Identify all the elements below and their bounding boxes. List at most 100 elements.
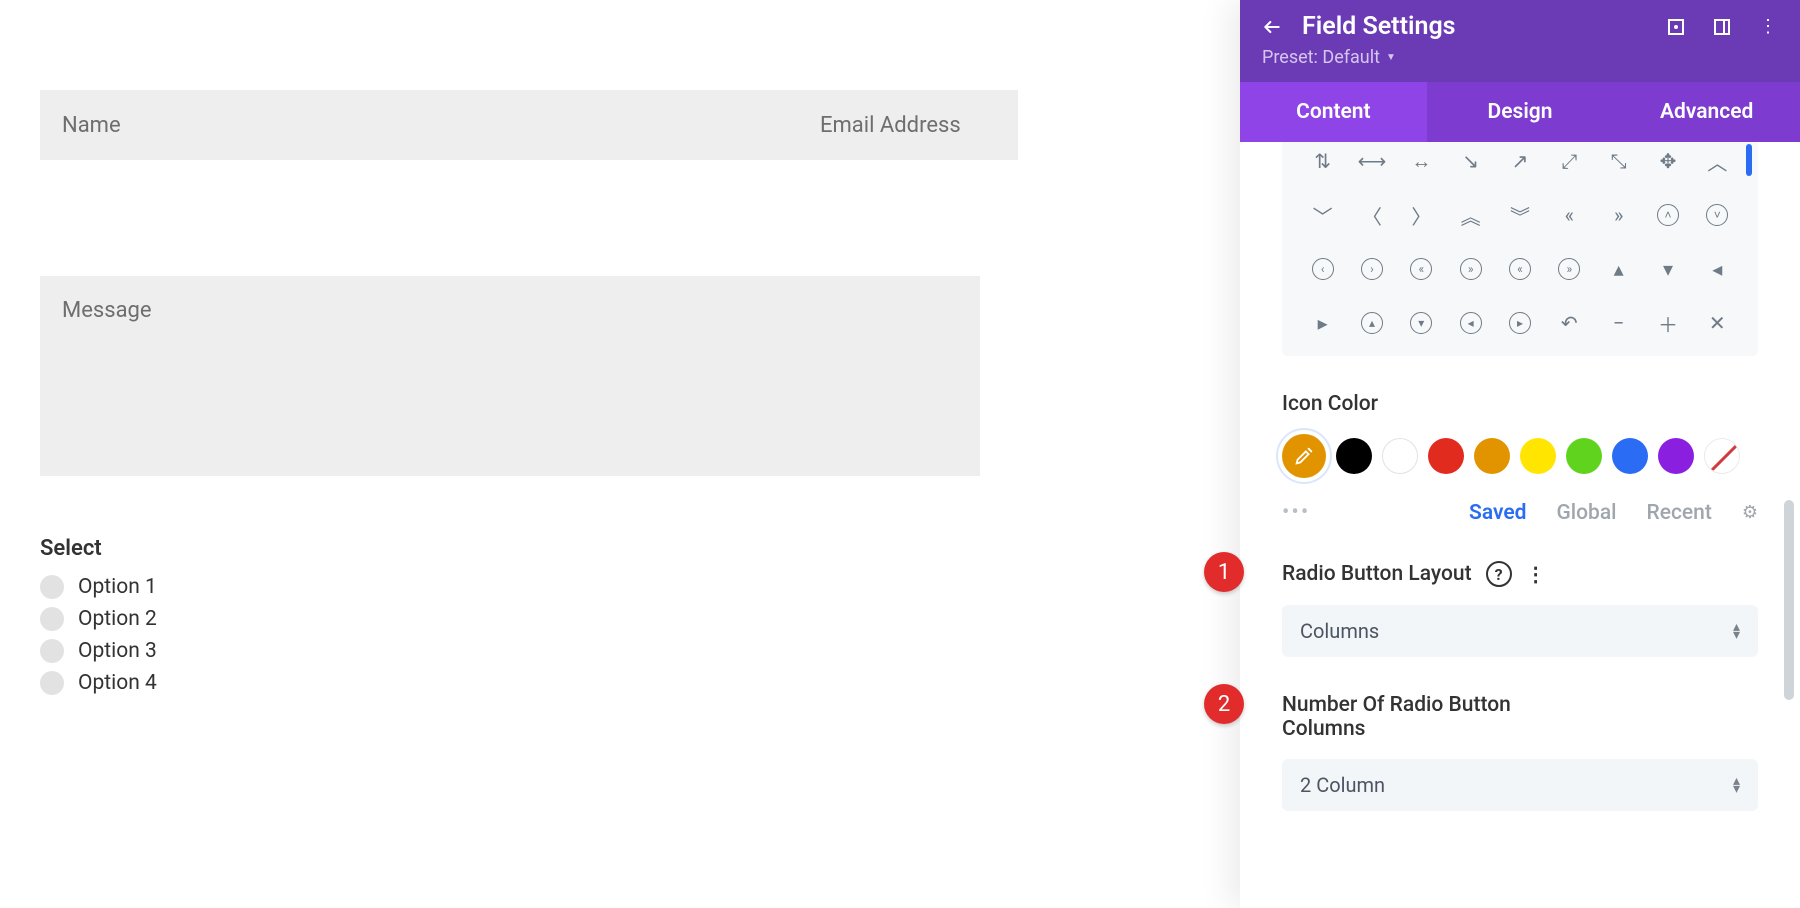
color-swatch-black[interactable] xyxy=(1336,438,1372,474)
double-chevron-left-icon[interactable]: « xyxy=(1554,200,1584,230)
icon-scroll-indicator[interactable] xyxy=(1746,144,1752,176)
more-vert-icon[interactable]: ⋮ xyxy=(1526,562,1546,586)
tab-design[interactable]: Design xyxy=(1427,82,1614,142)
move-icon[interactable]: ✥ xyxy=(1653,146,1683,176)
radio-cols-select[interactable]: 2 Column ▴▾ xyxy=(1282,759,1758,811)
circle-chevron-up-icon[interactable]: ˄ xyxy=(1653,200,1683,230)
tab-bar: Content Design Advanced xyxy=(1240,82,1800,142)
radio-option-label: Option 3 xyxy=(78,639,157,663)
annotation-badge-2: 2 xyxy=(1204,684,1244,724)
panel-scrollbar[interactable] xyxy=(1784,500,1794,700)
minus-icon[interactable]: − xyxy=(1604,308,1634,338)
tab-advanced[interactable]: Advanced xyxy=(1613,82,1800,142)
email-input[interactable]: Email Address xyxy=(798,90,1018,160)
tab-content[interactable]: Content xyxy=(1240,82,1427,142)
undo-icon[interactable]: ↶ xyxy=(1554,308,1584,338)
radio-layout-select[interactable]: Columns ▴▾ xyxy=(1282,605,1758,657)
annotation-badge-1: 1 xyxy=(1204,552,1244,592)
swatch-tab-saved[interactable]: Saved xyxy=(1469,501,1526,525)
swatch-tab-global[interactable]: Global xyxy=(1556,501,1616,525)
radio-option[interactable]: Option 2 xyxy=(40,607,980,631)
circle-double-left-icon[interactable]: « xyxy=(1505,254,1535,284)
color-swatch-red[interactable] xyxy=(1428,438,1464,474)
color-swatch-active[interactable] xyxy=(1282,434,1326,478)
radio-option-label: Option 1 xyxy=(78,575,157,599)
sidebar-toggle-icon[interactable] xyxy=(1712,17,1732,37)
circle-chevron-down-icon[interactable]: ˅ xyxy=(1702,200,1732,230)
triangle-down-icon[interactable]: ▾ xyxy=(1653,254,1683,284)
radio-option[interactable]: Option 1 xyxy=(40,575,980,599)
caret-down-icon: ▼ xyxy=(1386,52,1396,63)
radio-layout-text: Radio Button Layout xyxy=(1282,562,1472,586)
plus-icon[interactable]: ＋ xyxy=(1653,308,1683,338)
eyedropper-icon xyxy=(1293,445,1315,467)
double-chevron-down-icon[interactable]: ︾ xyxy=(1505,200,1535,230)
triangle-right-icon[interactable]: ▸ xyxy=(1308,308,1338,338)
color-swatch-none[interactable] xyxy=(1704,438,1740,474)
double-chevron-right-icon[interactable]: » xyxy=(1604,200,1634,230)
gear-icon[interactable]: ⚙ xyxy=(1742,502,1758,523)
chevron-right-icon[interactable]: 〉 xyxy=(1406,200,1436,230)
swatch-tab-row: ••• Saved Global Recent ⚙ xyxy=(1282,500,1758,525)
arrow-diag-se-icon[interactable]: ↘ xyxy=(1456,146,1486,176)
radio-option[interactable]: Option 3 xyxy=(40,639,980,663)
color-swatch-purple[interactable] xyxy=(1658,438,1694,474)
arrow-left-right-loop-icon[interactable]: ⟷ xyxy=(1357,146,1387,176)
panel-header: Field Settings ⋮ Preset: Default ▼ xyxy=(1240,0,1800,82)
chevron-left-icon[interactable]: 〈 xyxy=(1357,200,1387,230)
chevron-up-icon[interactable]: ︿ xyxy=(1702,146,1732,176)
circle-chevron-right-icon[interactable]: › xyxy=(1357,254,1387,284)
radio-layout-label: Radio Button Layout ? ⋮ xyxy=(1282,561,1758,587)
settings-panel: Field Settings ⋮ Preset: Default ▼ Conte… xyxy=(1240,0,1800,908)
arrow-expand-icon[interactable]: ⤡ xyxy=(1604,146,1634,176)
arrow-compress-icon[interactable]: ⤢ xyxy=(1554,146,1584,176)
swatch-tab-recent[interactable]: Recent xyxy=(1647,501,1712,525)
preset-label: Preset: Default xyxy=(1262,47,1380,68)
radio-option-label: Option 4 xyxy=(78,671,157,695)
radio-circle-icon xyxy=(40,639,64,663)
icon-color-label: Icon Color xyxy=(1282,392,1758,416)
expand-icon[interactable] xyxy=(1666,17,1686,37)
circle-double-down-icon[interactable]: » xyxy=(1456,254,1486,284)
circle-double-right-icon[interactable]: » xyxy=(1554,254,1584,284)
color-swatch-orange[interactable] xyxy=(1474,438,1510,474)
circle-triangle-left-icon[interactable]: ◂ xyxy=(1456,308,1486,338)
color-swatch-green[interactable] xyxy=(1566,438,1602,474)
triangle-left-icon[interactable]: ◂ xyxy=(1702,254,1732,284)
circle-triangle-down-icon[interactable]: ▾ xyxy=(1406,308,1436,338)
back-arrow-icon[interactable] xyxy=(1262,17,1282,37)
more-colors-icon[interactable]: ••• xyxy=(1282,500,1310,525)
circle-triangle-up-icon[interactable]: ▴ xyxy=(1357,308,1387,338)
preset-dropdown[interactable]: Preset: Default ▼ xyxy=(1262,47,1778,68)
color-swatch-yellow[interactable] xyxy=(1520,438,1556,474)
color-swatch-white[interactable] xyxy=(1382,438,1418,474)
select-caret-icon: ▴▾ xyxy=(1733,777,1740,794)
panel-title: Field Settings xyxy=(1302,12,1646,41)
name-placeholder: Name xyxy=(62,113,121,138)
double-chevron-up-icon[interactable]: ︽ xyxy=(1456,200,1486,230)
triangle-up-icon[interactable]: ▴ xyxy=(1604,254,1634,284)
radio-circle-icon xyxy=(40,607,64,631)
circle-double-up-icon[interactable]: « xyxy=(1406,254,1436,284)
radio-option-label: Option 2 xyxy=(78,607,157,631)
color-swatch-blue[interactable] xyxy=(1612,438,1648,474)
radio-circle-icon xyxy=(40,671,64,695)
arrow-down-up-icon[interactable]: ⇅ xyxy=(1308,146,1338,176)
select-caret-icon: ▴▾ xyxy=(1733,623,1740,640)
chevron-down-icon[interactable]: ﹀ xyxy=(1308,200,1338,230)
arrow-diag-ne-icon[interactable]: ↗ xyxy=(1505,146,1535,176)
circle-chevron-left-icon[interactable]: ‹ xyxy=(1308,254,1338,284)
close-icon[interactable]: ✕ xyxy=(1702,308,1732,338)
arrow-left-right-icon[interactable]: ↔ xyxy=(1406,146,1436,176)
radio-option[interactable]: Option 4 xyxy=(40,671,980,695)
circle-triangle-right-icon[interactable]: ▸ xyxy=(1505,308,1535,338)
icon-picker-grid: ⇅ ⟷ ↔ ↘ ↗ ⤢ ⤡ ✥ ︿ ﹀ 〈 〉 ︽ ︾ « » ˄ ˅ ‹ › … xyxy=(1282,142,1758,356)
radio-layout-value: Columns xyxy=(1300,619,1379,643)
message-input[interactable]: Message xyxy=(40,276,980,476)
email-placeholder: Email Address xyxy=(820,113,961,138)
radio-cols-value: 2 Column xyxy=(1300,773,1385,797)
radio-cols-label: Number Of Radio Button Columns xyxy=(1282,693,1542,741)
select-label: Select xyxy=(40,536,980,561)
more-vert-icon[interactable]: ⋮ xyxy=(1758,17,1778,37)
help-icon[interactable]: ? xyxy=(1486,561,1512,587)
